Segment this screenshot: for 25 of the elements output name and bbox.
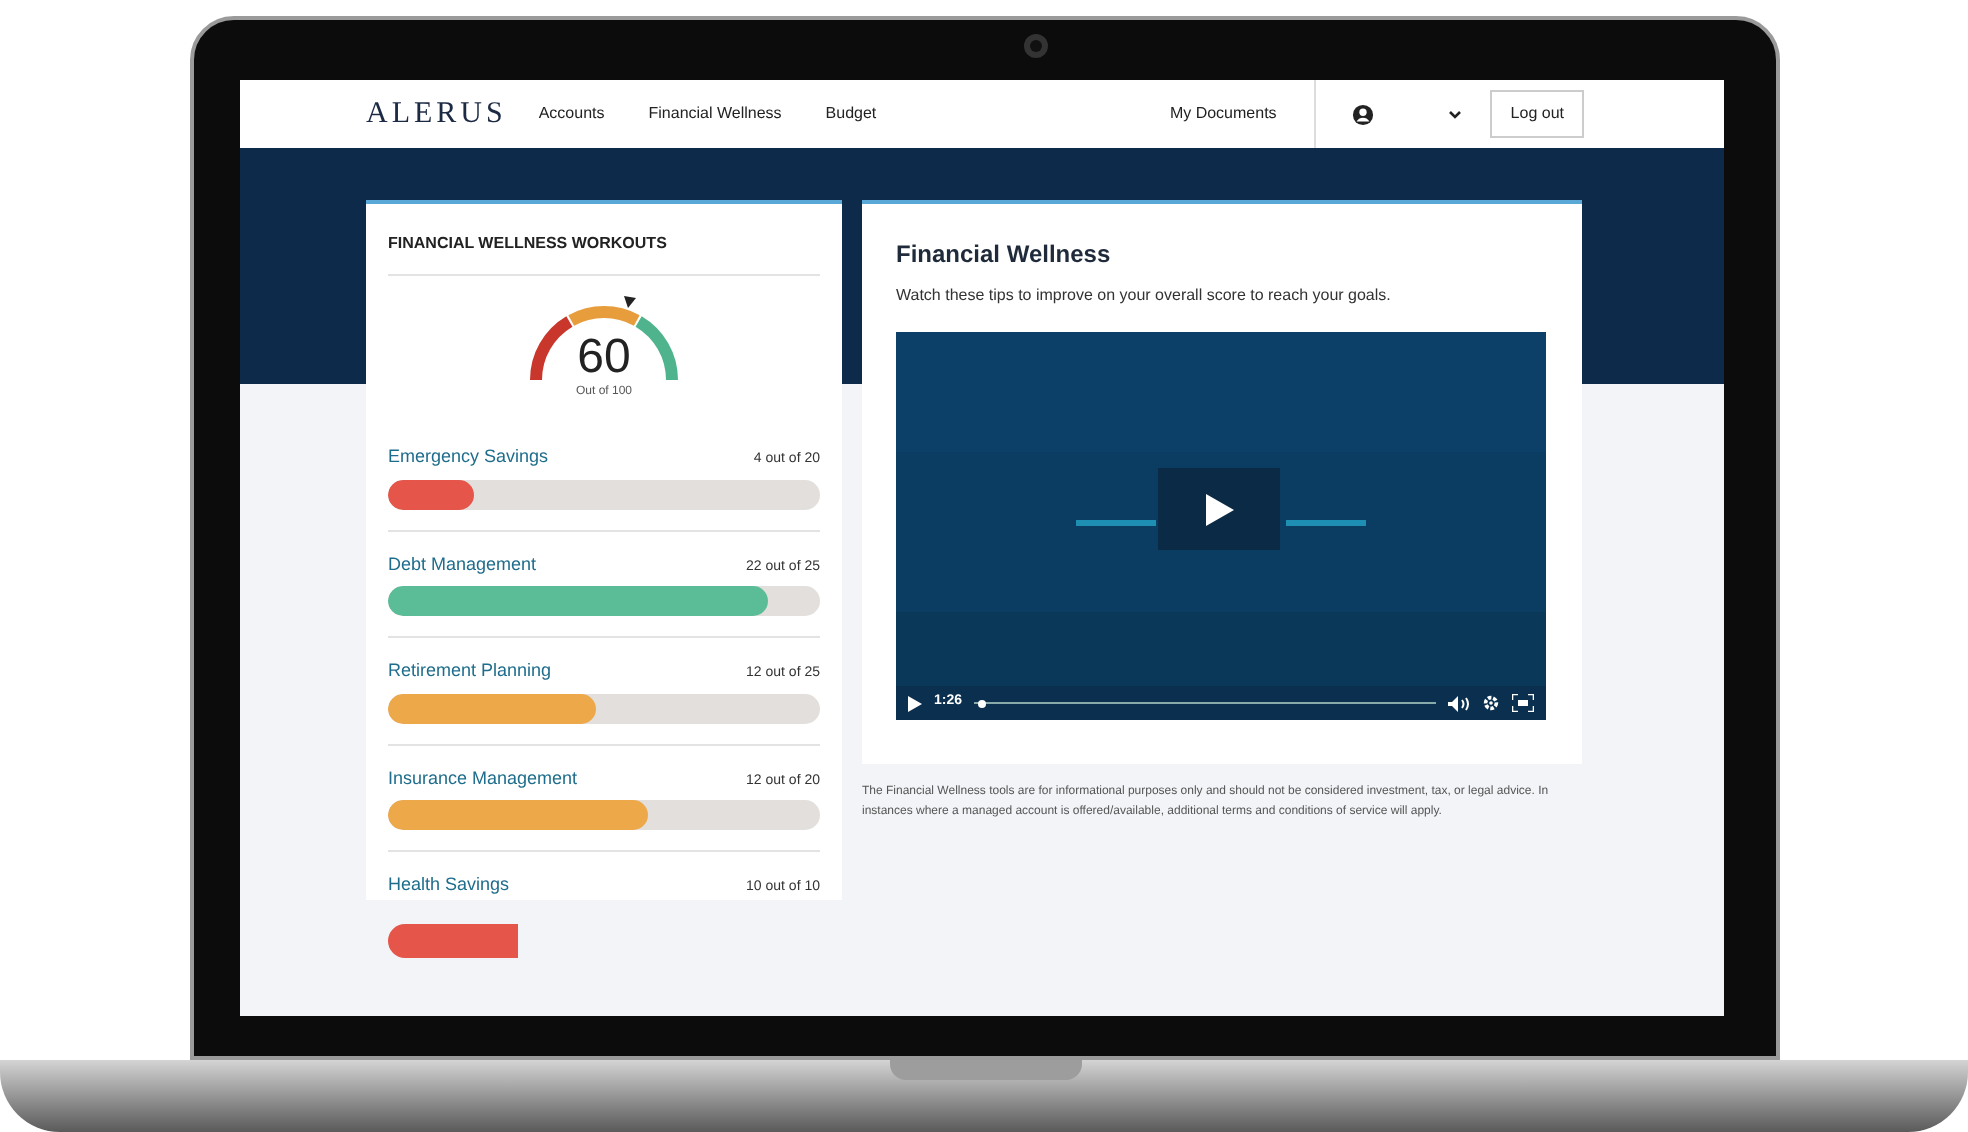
seek-handle[interactable]	[978, 699, 987, 707]
workout-link[interactable]: Debt Management	[388, 551, 537, 578]
logout-button[interactable]: Log out	[1490, 90, 1584, 138]
camera-icon	[1022, 32, 1050, 60]
play-button[interactable]	[1158, 468, 1280, 550]
workout-link[interactable]: Emergency Savings	[388, 444, 549, 471]
nav-link[interactable]: Financial Wellness	[648, 102, 782, 126]
chevron-down-icon[interactable]	[1448, 109, 1463, 119]
score-value: 60	[577, 332, 631, 384]
card-title: FINANCIAL WELLNESS WORKOUTS	[388, 232, 820, 276]
play-icon[interactable]	[908, 695, 922, 711]
logo[interactable]: ALERUS	[366, 91, 507, 137]
card-subtitle: Watch these tips to improve on your overall score to reach your goals.	[896, 284, 1393, 308]
user-icon[interactable]	[1352, 103, 1375, 125]
settings-icon[interactable]	[1482, 694, 1500, 712]
workout-link[interactable]: Retirement Planning	[388, 658, 552, 685]
nav-link[interactable]: Accounts	[538, 102, 605, 126]
volume-icon[interactable]	[1448, 695, 1470, 711]
workout-link[interactable]: Insurance Management	[388, 765, 578, 792]
play-icon	[1205, 493, 1233, 525]
nav-link[interactable]: Budget	[825, 102, 877, 126]
nav-link[interactable]: My Documents	[1169, 102, 1277, 126]
fullscreen-icon[interactable]	[1512, 694, 1534, 712]
workout-link[interactable]: Health Savings	[388, 872, 510, 899]
card-title: Financial Wellness	[896, 238, 1113, 272]
